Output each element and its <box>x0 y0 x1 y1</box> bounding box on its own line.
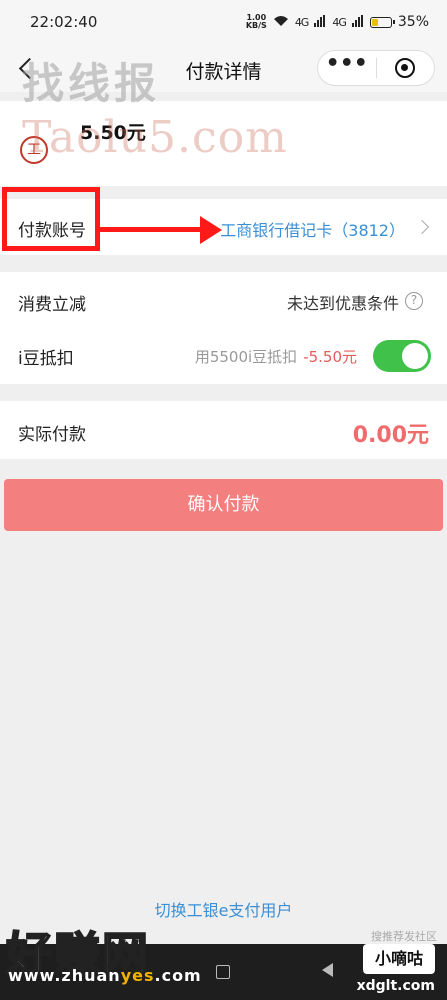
watermark-right-small: 搜推荐发社区 <box>371 930 437 943</box>
battery-fill <box>371 18 378 26</box>
status-time: 22:02:40 <box>30 13 98 31</box>
beans-label: i豆抵扣 <box>18 349 74 369</box>
actual-payment-label: 实际付款 <box>18 425 86 445</box>
battery-icon <box>369 16 395 28</box>
status-bar: 22:02:40 1.00 KB/S 4G 4G 35% <box>0 0 447 44</box>
watermark-right-url: xdglt.com <box>356 978 435 994</box>
account-value[interactable]: 工商银行借记卡（3812） <box>220 217 405 241</box>
system-back-icon[interactable] <box>322 963 333 977</box>
network-speed: 1.00 KB/S <box>245 13 267 30</box>
status-icons: 1.00 KB/S 4G 4G 35% <box>245 13 429 31</box>
watermark-top: 找线报 <box>22 59 161 108</box>
annotation-arrow-line <box>98 227 206 232</box>
watermark-site: Taolu5.com <box>22 112 288 163</box>
more-icon[interactable]: ••• <box>318 53 376 77</box>
beans-toggle[interactable] <box>373 340 431 372</box>
annotation-arrow-icon <box>200 216 222 244</box>
annotation-highlight-box <box>2 187 100 251</box>
watermark-right-box: 小嘀咕 <box>363 944 435 974</box>
help-icon[interactable]: ? <box>405 292 423 310</box>
target-icon <box>395 58 416 78</box>
discount-label: 消费立减 <box>18 295 86 315</box>
watermark-bottom-url: www.zhuanyes.com <box>8 966 202 985</box>
beans-description: 用5500i豆抵扣 -5.50元 <box>195 346 357 367</box>
recent-apps-icon[interactable] <box>216 965 230 979</box>
discount-value: 未达到优惠条件 <box>286 294 399 313</box>
mini-program-capsule: ••• <box>317 50 435 86</box>
beans-desc-text: 用5500i豆抵扣 <box>194 348 298 366</box>
toggle-knob <box>402 343 428 369</box>
signal-bars-icon-2 <box>351 14 364 30</box>
confirm-payment-button[interactable]: 确认付款 <box>4 479 443 531</box>
wifi-icon <box>273 15 289 30</box>
beans-deduct-amount: -5.50元 <box>303 348 357 366</box>
battery-percent: 35% <box>397 14 429 30</box>
signal-icon: 4G <box>294 15 309 29</box>
close-mini-program-button[interactable] <box>377 58 435 78</box>
actual-payment-value: 0.00元 <box>352 423 429 448</box>
signal-icon-2: 4G <box>332 15 346 29</box>
signal-bars-icon <box>314 14 326 30</box>
